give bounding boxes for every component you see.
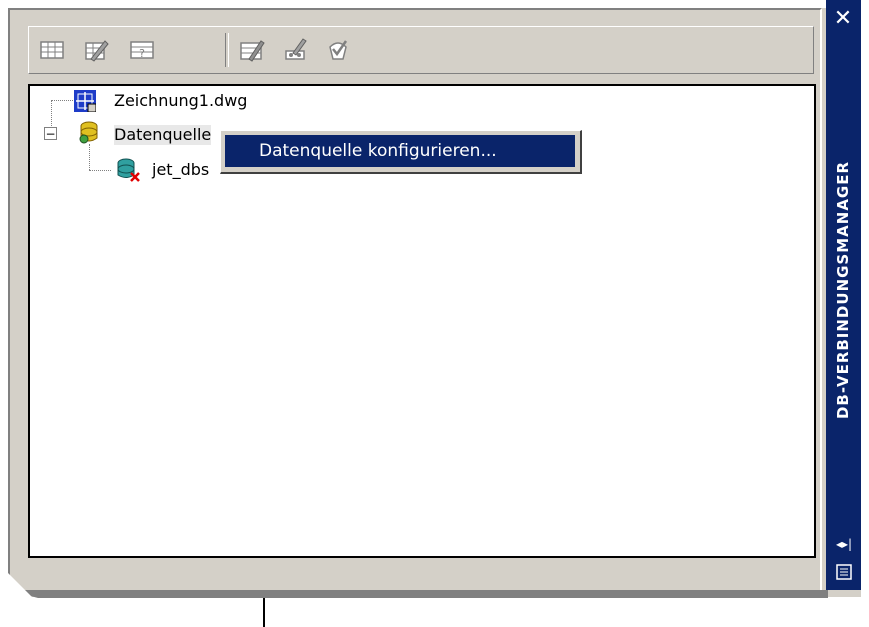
tree-connector [89, 144, 90, 170]
tree-connector [89, 170, 111, 171]
tree-connector [51, 100, 73, 101]
edit-table-button[interactable] [81, 35, 111, 65]
toolbar: ? [28, 26, 814, 74]
palette-bottom-edge [8, 590, 828, 598]
toolbar-separator [225, 33, 229, 67]
autohide-icon[interactable]: ◂▸| [834, 536, 854, 552]
database-disconnected-icon [117, 158, 140, 182]
edit-table-icon [85, 40, 109, 62]
drawing-line [263, 598, 265, 627]
link-template-button[interactable] [237, 35, 267, 65]
drawing-icon [74, 90, 96, 112]
properties-icon[interactable] [834, 562, 854, 582]
palette-title-text: DB-VERBINDUNGSMANAGER [834, 160, 853, 420]
link-template-icon [240, 40, 265, 62]
query-button[interactable]: ? [127, 35, 157, 65]
context-menu: Datenquelle konfigurieren... [220, 130, 582, 174]
tree-node-connection[interactable]: jet_dbs [152, 160, 209, 180]
view-table-icon [40, 41, 64, 59]
close-icon[interactable]: ✕ [832, 8, 854, 30]
tree-node-drawing[interactable]: Zeichnung1.dwg [114, 91, 247, 111]
collapse-toggle[interactable]: − [44, 127, 57, 140]
svg-text:?: ? [139, 47, 145, 60]
query-icon: ? [130, 41, 154, 60]
synchronize-icon [329, 40, 348, 60]
datasources-icon [79, 121, 98, 144]
view-table-button[interactable] [37, 35, 67, 65]
label-template-button[interactable] [281, 35, 311, 65]
palette-title: DB-VERBINDUNGSMANAGER [828, 60, 858, 520]
label-template-icon [285, 38, 307, 60]
menu-item-configure-datasource[interactable]: Datenquelle konfigurieren... [225, 135, 575, 167]
tree-node-datasources[interactable]: Datenquelle [114, 125, 212, 145]
synchronize-button[interactable] [323, 35, 353, 65]
